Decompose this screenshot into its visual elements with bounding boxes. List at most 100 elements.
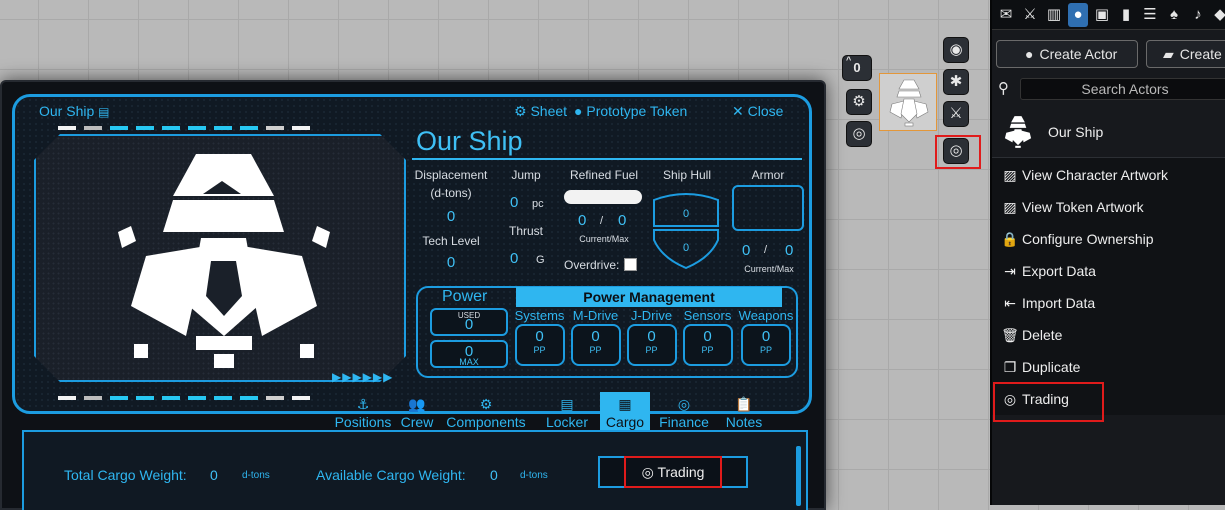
- file-export-icon: ⇥: [1004, 263, 1016, 279]
- armor-max[interactable]: 0: [785, 242, 793, 259]
- fuel-separator: /: [600, 215, 604, 227]
- power-system-unit: PP: [759, 345, 772, 355]
- user-icon: ●: [1073, 6, 1083, 23]
- ship-hull-label: Ship Hull: [662, 168, 712, 182]
- gear-icon: ⚙: [852, 93, 866, 110]
- ctx-label: Duplicate: [1022, 359, 1081, 375]
- search-icon: ⚲: [998, 80, 1009, 97]
- power-title: Power: [442, 288, 488, 305]
- ship-portrait[interactable]: [34, 134, 406, 382]
- ctx-view-character-artwork[interactable]: ▨ View Character Artwork: [1000, 160, 1225, 190]
- tab-cards[interactable]: ♠: [1164, 3, 1184, 27]
- armor-label: Armor: [751, 168, 785, 182]
- power-used-box[interactable]: USED 0: [430, 308, 508, 336]
- ship-sheet-window: Our Ship ▤ ⚙ Sheet ● Prototype Token ✕ C…: [0, 80, 826, 510]
- power-system-value: 0: [761, 328, 771, 345]
- armor-separator: /: [764, 244, 768, 256]
- search-actors-input[interactable]: Search Actors: [1020, 78, 1225, 100]
- displacement-value[interactable]: 0: [412, 208, 490, 225]
- copy-icon: ❐: [1003, 359, 1017, 375]
- create-folder-button[interactable]: ▰ Create: [1146, 40, 1225, 68]
- tab-scenes[interactable]: ▥: [1044, 3, 1064, 27]
- tab-playlists[interactable]: ♪: [1188, 3, 1208, 27]
- overdrive-label: Overdrive:: [564, 258, 620, 272]
- close-button[interactable]: ✕ Close: [732, 103, 783, 120]
- ctx-export-data[interactable]: ⇥ Export Data: [1000, 256, 1225, 286]
- thrust-label: Thrust: [508, 224, 543, 238]
- tab-compendium[interactable]: ◆: [1210, 3, 1225, 27]
- power-system-value: 0: [535, 328, 544, 345]
- power-system-unit: PP: [533, 345, 546, 355]
- ship-name-input[interactable]: Our Ship: [416, 126, 523, 157]
- cargo-trading-button[interactable]: ◎ Trading: [624, 456, 722, 488]
- power-system-input[interactable]: 0 PP: [741, 324, 791, 366]
- armor-current[interactable]: 0: [742, 242, 750, 259]
- fuel-current[interactable]: 0: [578, 212, 586, 229]
- armor-caption: Current/Max: [744, 264, 794, 274]
- power-systems: Systems 0 PP M-Drive 0 PP J-Drive 0 PP S…: [514, 308, 794, 366]
- hull-top-value[interactable]: 0: [650, 208, 722, 220]
- tab-journal[interactable]: ▮: [1116, 3, 1136, 27]
- sheet-title-label: Our Ship: [39, 103, 95, 119]
- ctx-delete[interactable]: 🗑 Delete: [1000, 320, 1225, 350]
- folder-icon: ▰: [1163, 46, 1174, 62]
- ctx-view-token-artwork[interactable]: ▨ View Token Artwork: [1000, 192, 1225, 222]
- available-cargo-value: 0: [490, 467, 498, 483]
- total-cargo-unit: d-tons: [242, 470, 270, 481]
- power-system-value: 0: [703, 328, 712, 345]
- fuel-max[interactable]: 0: [618, 212, 626, 229]
- tab-label: Positions: [334, 414, 392, 430]
- power-system-sensors: Sensors 0 PP: [682, 308, 733, 366]
- power-system-input[interactable]: 0 PP: [570, 324, 621, 366]
- power-system-label: J-Drive: [630, 308, 673, 323]
- cargo-scrollbar[interactable]: [796, 446, 801, 506]
- sheet-configure-label: Sheet: [530, 103, 568, 119]
- ctx-import-data[interactable]: ⇤ Import Data: [1000, 288, 1225, 318]
- jump-value[interactable]: 0: [510, 194, 518, 211]
- hud-config-button[interactable]: ⚙: [846, 89, 872, 115]
- sheet-configure-link[interactable]: ⚙ Sheet: [514, 103, 567, 120]
- thrust-unit: G: [536, 254, 545, 266]
- book-icon: ▮: [1121, 6, 1131, 23]
- power-max-box[interactable]: 0 MAX: [430, 340, 508, 368]
- sidebar-tabs: ✉ ⚔ ▥ ● ▣ ▮ ☰ ♠ ♪ ◆: [992, 0, 1225, 30]
- power-used-value: 0: [464, 316, 474, 333]
- ctx-configure-ownership[interactable]: 🔒 Configure Ownership: [1000, 224, 1225, 254]
- ctx-label: View Token Artwork: [1022, 199, 1144, 215]
- armor-box[interactable]: [732, 185, 804, 231]
- refined-fuel-label: Refined Fuel: [569, 168, 639, 182]
- power-system-input[interactable]: 0 PP: [682, 324, 733, 366]
- actor-entry-our-ship[interactable]: Our Ship: [992, 108, 1225, 156]
- hud-target-button[interactable]: ◎: [846, 121, 872, 147]
- power-system-label: Systems: [514, 308, 565, 323]
- tab-actors[interactable]: ●: [1068, 3, 1088, 27]
- prototype-token-link[interactable]: ● Prototype Token: [574, 103, 687, 119]
- create-actor-button[interactable]: ● Create Actor: [996, 40, 1138, 68]
- tab-combat[interactable]: ⚔: [1020, 3, 1040, 27]
- ship-token[interactable]: [879, 73, 937, 131]
- hud-combat-button[interactable]: ⚔: [943, 101, 969, 127]
- tab-label: Finance: [659, 414, 709, 430]
- hud-elevation[interactable]: ^ 0: [842, 55, 872, 81]
- thrust-value[interactable]: 0: [510, 250, 518, 267]
- tech-level-value[interactable]: 0: [412, 254, 490, 271]
- power-system-input[interactable]: 0 PP: [514, 324, 565, 366]
- coins-icon: ◎: [949, 142, 963, 159]
- clipboard-icon: 📋: [735, 396, 753, 412]
- create-actor-label: Create Actor: [1039, 46, 1118, 62]
- hull-bottom-value[interactable]: 0: [650, 242, 722, 254]
- ctx-duplicate[interactable]: ❐ Duplicate: [1000, 352, 1225, 382]
- overdrive-checkbox[interactable]: [624, 258, 637, 271]
- power-system-input[interactable]: 0 PP: [626, 324, 677, 366]
- ctx-label: Export Data: [1022, 263, 1096, 279]
- chevron-up-icon: ^: [846, 55, 852, 65]
- hud-effects-button[interactable]: ✱: [943, 69, 969, 95]
- hud-visibility-button[interactable]: ◉: [943, 37, 969, 63]
- eye-icon: ◉: [949, 41, 963, 58]
- power-system-j-drive: J-Drive 0 PP: [626, 308, 677, 366]
- hud-trading-button[interactable]: ◎: [943, 138, 969, 164]
- tab-items[interactable]: ▣: [1092, 3, 1112, 27]
- tab-chat[interactable]: ✉: [996, 3, 1016, 27]
- tab-tables[interactable]: ☰: [1140, 3, 1160, 27]
- total-cargo-value: 0: [210, 467, 218, 483]
